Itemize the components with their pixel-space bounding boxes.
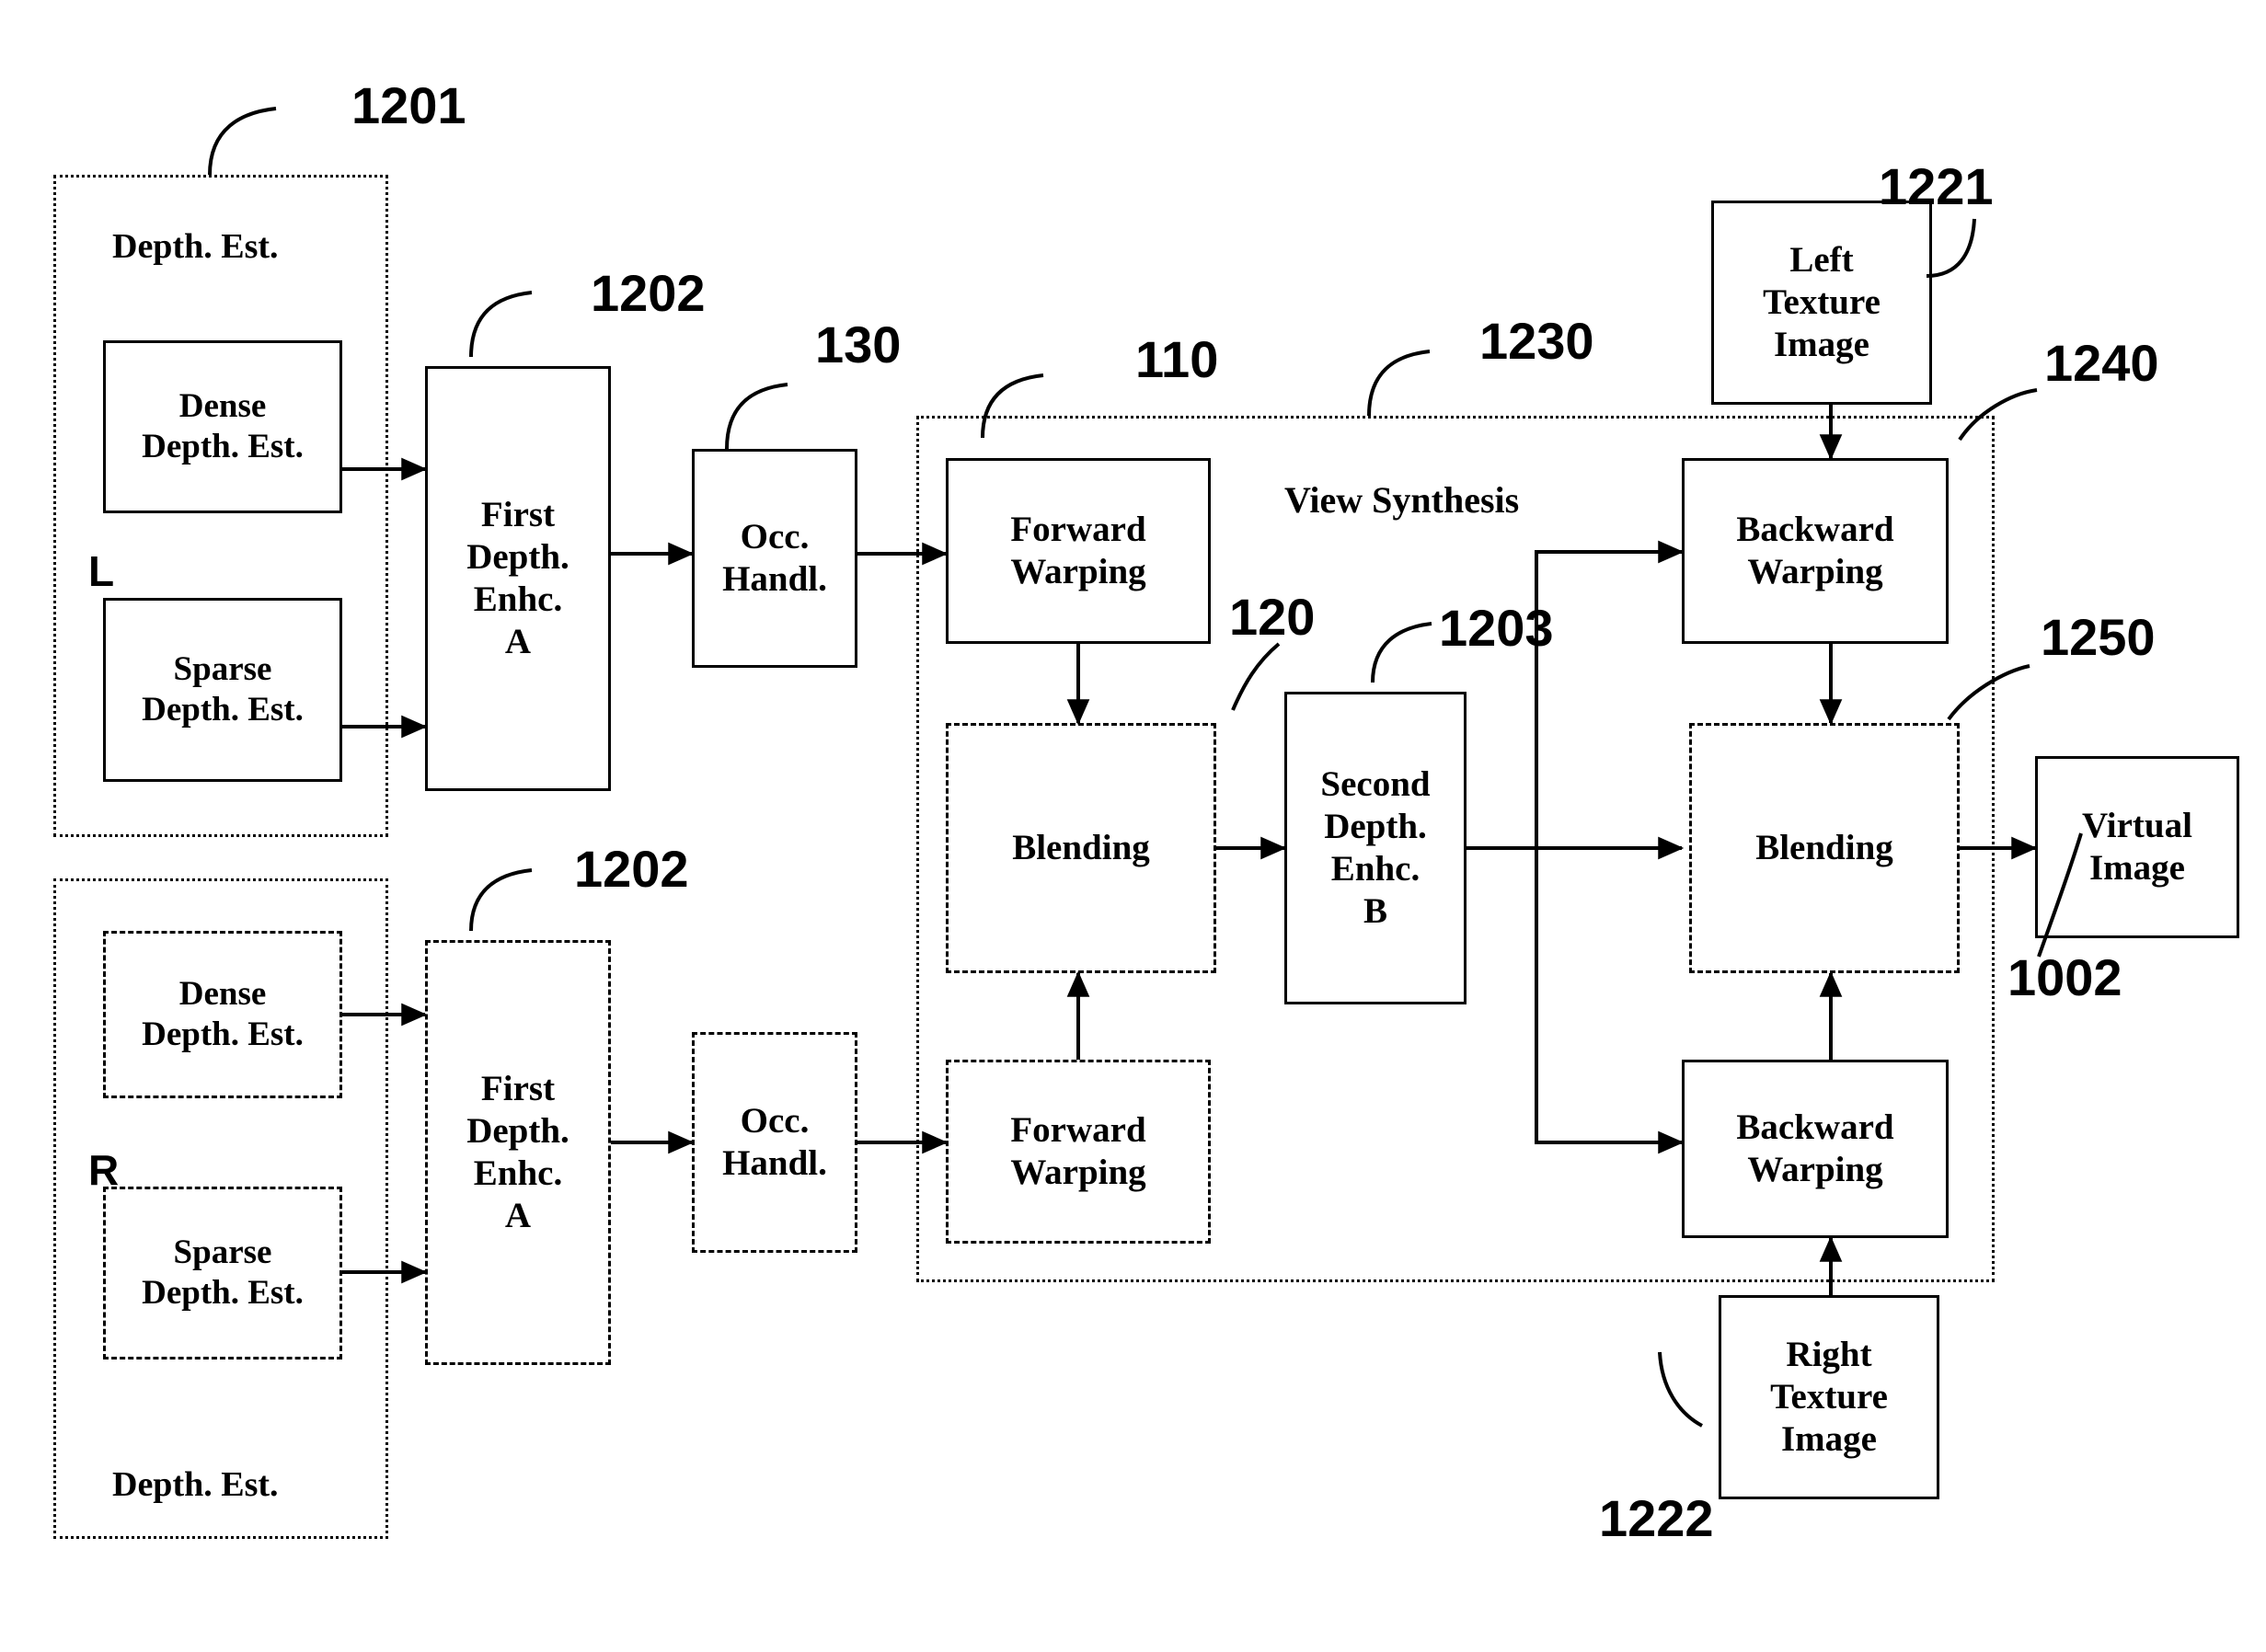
ref-numeral-1240: 1240 (2044, 334, 2159, 392)
block-sparse-depth-est-right[interactable]: Sparse Depth. Est. (103, 1187, 342, 1359)
ref-numeral-110: 110 (1135, 330, 1219, 388)
ref-numeral-1203: 1203 (1439, 599, 1554, 657)
block-occ-handl-bottom[interactable]: Occ. Handl. (692, 1032, 857, 1253)
block-blending-right-label: Blending (1755, 827, 1893, 867)
block-backward-warping-top-label: Backward Warping (1736, 509, 1894, 591)
ref-numeral-1230: 1230 (1479, 312, 1594, 370)
block-left-texture-image-label: Left Texture Image (1763, 239, 1881, 364)
block-first-depth-enhc-a-top[interactable]: First Depth. Enhc. A (425, 366, 611, 791)
ref-numeral-1202-top: 1202 (591, 264, 706, 322)
block-second-depth-enhc-b-label: Second Depth. Enhc. B (1320, 763, 1431, 932)
block-backward-warping-bottom[interactable]: Backward Warping (1682, 1060, 1949, 1238)
block-first-depth-enhc-a-top-label: First Depth. Enhc. A (466, 494, 569, 662)
block-second-depth-enhc-b[interactable]: Second Depth. Enhc. B (1284, 692, 1467, 1004)
block-virtual-image[interactable]: Virtual Image (2035, 756, 2239, 938)
group-right-depth-est-label: Depth. Est. (112, 1465, 279, 1504)
block-left-texture-image[interactable]: Left Texture Image (1711, 201, 1932, 405)
figure-canvas: Depth. Est. L Dense Depth. Est. Sparse D… (0, 0, 2266, 1652)
block-blending-right[interactable]: Blending (1689, 723, 1960, 973)
block-dense-depth-est-left-label: Dense Depth. Est. (142, 387, 304, 465)
block-forward-warping-bottom[interactable]: Forward Warping (946, 1060, 1211, 1244)
block-right-texture-image-label: Right Texture Image (1770, 1334, 1888, 1459)
block-blending-left-label: Blending (1012, 827, 1150, 867)
ref-numeral-120: 120 (1229, 588, 1316, 646)
block-dense-depth-est-right[interactable]: Dense Depth. Est. (103, 931, 342, 1098)
ref-numeral-1250: 1250 (2041, 608, 2156, 666)
block-backward-warping-top[interactable]: Backward Warping (1682, 458, 1949, 644)
block-occ-handl-bottom-label: Occ. Handl. (722, 1100, 827, 1183)
block-sparse-depth-est-right-label: Sparse Depth. Est. (142, 1233, 304, 1312)
block-occ-handl-top[interactable]: Occ. Handl. (692, 449, 857, 668)
block-first-depth-enhc-a-bottom-label: First Depth. Enhc. A (466, 1068, 569, 1236)
block-virtual-image-label: Virtual Image (2082, 805, 2192, 888)
ref-numeral-1222: 1222 (1599, 1489, 1714, 1547)
ref-numeral-1202-bottom: 1202 (574, 840, 689, 898)
ref-numeral-1221: 1221 (1879, 157, 1994, 215)
block-sparse-depth-est-left-label: Sparse Depth. Est. (142, 650, 304, 728)
ref-numeral-1201: 1201 (351, 76, 466, 134)
group-left-depth-est-label: Depth. Est. (112, 227, 279, 266)
block-first-depth-enhc-a-bottom[interactable]: First Depth. Enhc. A (425, 940, 611, 1365)
block-forward-warping-top-label: Forward Warping (1010, 509, 1146, 591)
block-backward-warping-bottom-label: Backward Warping (1736, 1107, 1894, 1189)
side-marker-left: L (88, 547, 115, 595)
block-forward-warping-top[interactable]: Forward Warping (946, 458, 1211, 644)
block-dense-depth-est-right-label: Dense Depth. Est. (142, 975, 304, 1053)
ref-numeral-130: 130 (815, 315, 902, 373)
block-right-texture-image[interactable]: Right Texture Image (1719, 1295, 1939, 1499)
block-sparse-depth-est-left[interactable]: Sparse Depth. Est. (103, 598, 342, 782)
ref-numeral-1002: 1002 (2007, 948, 2122, 1006)
group-view-synthesis-label: View Synthesis (1284, 479, 1520, 521)
block-forward-warping-bottom-label: Forward Warping (1010, 1109, 1146, 1192)
block-occ-handl-top-label: Occ. Handl. (722, 516, 827, 599)
block-dense-depth-est-left[interactable]: Dense Depth. Est. (103, 340, 342, 513)
block-blending-left[interactable]: Blending (946, 723, 1216, 973)
